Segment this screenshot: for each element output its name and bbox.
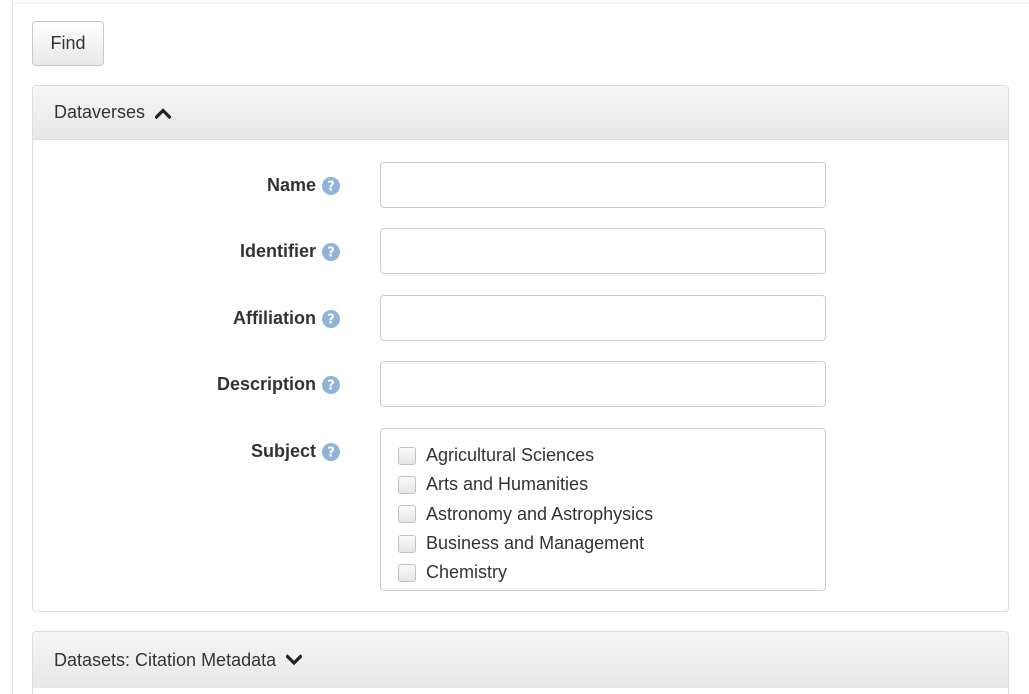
dataverses-panel-title: Dataverses: [54, 102, 146, 122]
subject-option-label: Astronomy and Astrophysics: [426, 503, 654, 524]
question-circle-icon[interactable]: ?: [322, 375, 340, 394]
svg-text:?: ?: [327, 378, 335, 393]
datasets-panel-heading[interactable]: Datasets: Citation Metadata: [33, 632, 1008, 688]
question-circle-icon[interactable]: ?: [322, 242, 340, 261]
subject-field-row: Subject ? Agricultural Sciences Arts and…: [33, 428, 1008, 591]
affiliation-label: Affiliation ?: [233, 308, 340, 329]
datasets-citation-metadata-panel: Datasets: Citation Metadata: [32, 631, 1009, 694]
top-divider: [12, 3, 1029, 4]
subject-option[interactable]: Astronomy and Astrophysics: [381, 500, 825, 529]
checkbox[interactable]: [398, 563, 416, 582]
identifier-field-row: Identifier ?: [33, 228, 1008, 274]
description-input[interactable]: [380, 361, 826, 407]
checkbox[interactable]: [398, 534, 416, 553]
subject-option[interactable]: Arts and Humanities: [381, 470, 825, 499]
checkbox[interactable]: [398, 446, 416, 465]
identifier-label: Identifier ?: [240, 241, 340, 262]
find-button[interactable]: Find: [32, 21, 104, 66]
svg-text:?: ?: [327, 179, 335, 194]
checkbox[interactable]: [398, 475, 416, 494]
subject-option-label: Chemistry: [426, 562, 508, 583]
subject-option[interactable]: Agricultural Sciences: [381, 441, 825, 470]
description-field-row: Description ?: [33, 361, 1008, 407]
identifier-input[interactable]: [380, 228, 826, 274]
subject-option-partial[interactable]: [381, 587, 825, 590]
name-field-row: Name ?: [33, 162, 1008, 208]
subject-option-label: Arts and Humanities: [426, 474, 589, 495]
datasets-panel-title: Datasets: Citation Metadata: [54, 649, 277, 670]
question-circle-icon[interactable]: ?: [322, 176, 340, 195]
subject-checkbox-list[interactable]: Agricultural Sciences Arts and Humanitie…: [380, 428, 826, 591]
svg-text:?: ?: [327, 245, 335, 260]
subject-option-label: Agricultural Sciences: [426, 445, 595, 466]
question-circle-icon[interactable]: ?: [322, 309, 340, 328]
subject-option[interactable]: Chemistry: [381, 558, 825, 587]
chevron-down-icon: [286, 654, 303, 666]
dataverses-panel-heading[interactable]: Dataverses: [33, 86, 1008, 140]
chevron-up-icon: [155, 107, 172, 119]
checkbox[interactable]: [398, 505, 416, 524]
left-divider: [12, 0, 13, 694]
question-circle-icon[interactable]: ?: [322, 442, 340, 461]
description-label: Description ?: [217, 374, 340, 395]
affiliation-field-row: Affiliation ?: [33, 295, 1008, 341]
svg-text:?: ?: [327, 312, 335, 327]
name-input[interactable]: [380, 162, 826, 208]
subject-option-label: Business and Management: [426, 533, 645, 554]
svg-text:?: ?: [327, 445, 335, 460]
subject-option[interactable]: Business and Management: [381, 529, 825, 558]
dataverses-panel: Dataverses Name ? Identifier ? Affiliati…: [32, 85, 1009, 612]
name-label: Name ?: [267, 175, 340, 196]
subject-label: Subject ?: [251, 441, 340, 462]
affiliation-input[interactable]: [380, 295, 826, 341]
advanced-search-page: Find Dataverses Name ? Identifier ? Affi…: [0, 0, 1029, 694]
